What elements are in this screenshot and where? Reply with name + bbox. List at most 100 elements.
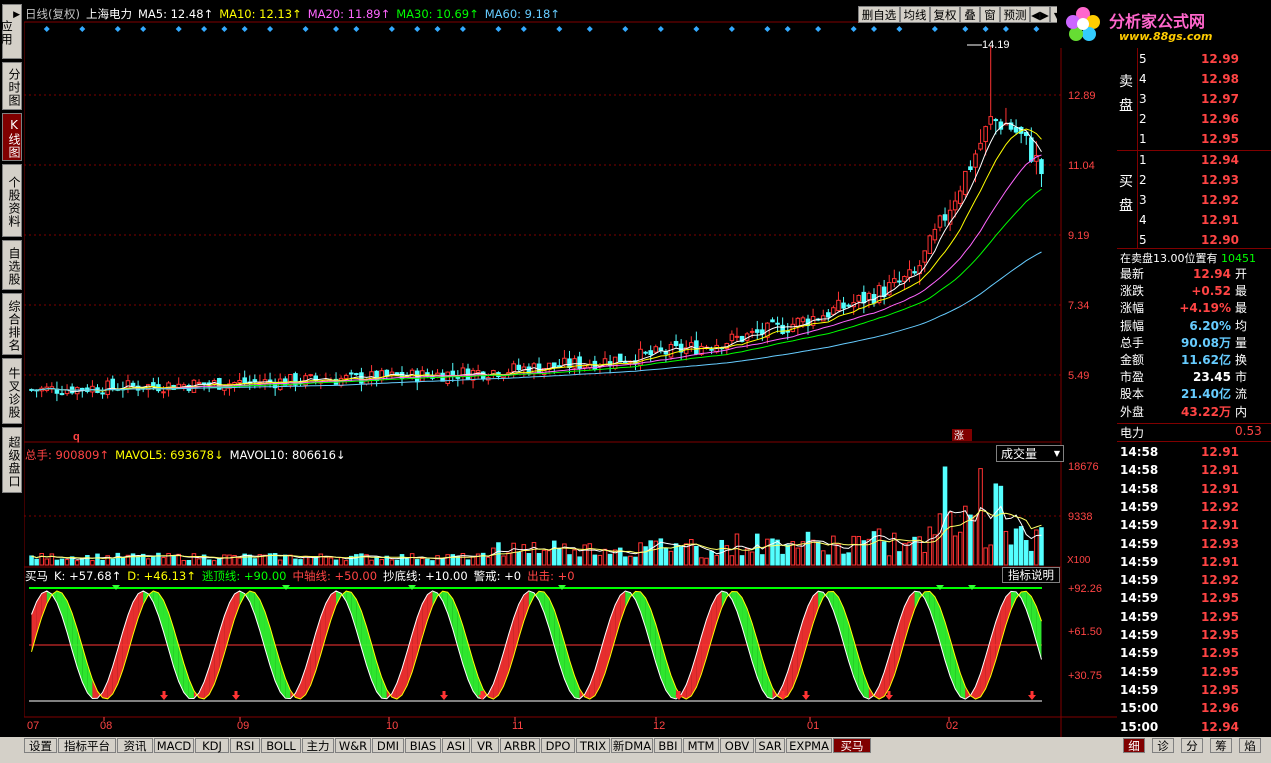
price-tick: 12.89: [1068, 90, 1096, 102]
candle-body: [841, 302, 846, 309]
price-axis-labels: 12.89 11.04 9.19 7.34 5.49 18676 9338 +9…: [1068, 90, 1102, 682]
volume-indicator-dropdown[interactable]: 成交量 ▼: [996, 445, 1064, 462]
tab-2[interactable]: 资讯: [117, 738, 153, 753]
sell-row[interactable]: 1 12.95: [1117, 130, 1271, 149]
tab-14[interactable]: DPO: [541, 738, 575, 753]
tab-17[interactable]: BBI: [654, 738, 682, 753]
signal-diamond: [353, 26, 360, 32]
tab-21[interactable]: EXPMA: [786, 738, 832, 753]
signal-diamond: [784, 26, 791, 32]
tab-apps[interactable]: ▶ 应用: [0, 4, 22, 59]
indicator-help-button[interactable]: 指标说明: [1002, 567, 1060, 583]
quote-value: 43.22万: [1181, 404, 1231, 419]
candle-body: [932, 228, 938, 241]
candle-body: [151, 382, 156, 387]
tab-16[interactable]: 新DMA: [611, 738, 653, 753]
candle-body: [770, 319, 775, 323]
tab-20[interactable]: SAR: [755, 738, 785, 753]
adjust-button[interactable]: 复权: [930, 6, 960, 23]
buy-row[interactable]: 5 12.90: [1117, 231, 1271, 250]
tab-stock-info[interactable]: 个股资料: [2, 164, 22, 237]
tab-8[interactable]: W&R: [335, 738, 371, 753]
volume-bar: [993, 483, 999, 566]
scroll-button[interactable]: ◀▶: [1030, 6, 1050, 23]
volume-bar: [277, 559, 283, 566]
right-tab-0[interactable]: 细: [1123, 738, 1145, 753]
stock-name: 上海电力: [85, 7, 132, 21]
tab-19[interactable]: OBV: [720, 738, 754, 753]
candle-body: [354, 373, 359, 376]
right-tab-3[interactable]: 筹: [1210, 738, 1232, 753]
kd-band: [305, 650, 311, 695]
quote-row: 市盈 23.45 市: [1117, 369, 1271, 386]
sell-row[interactable]: 2 12.96: [1117, 110, 1271, 129]
buy-row[interactable]: 3 12.92: [1117, 191, 1271, 210]
tab-3[interactable]: MACD: [154, 738, 194, 753]
buy-row[interactable]: 4 12.91: [1117, 211, 1271, 230]
candle-body: [348, 372, 354, 375]
tab-kline[interactable]: K线图: [2, 113, 22, 161]
tick-price: 12.95: [1201, 664, 1239, 679]
tab-diagnosis[interactable]: 牛叉诊股: [2, 358, 22, 424]
tick-row: 14:58 12.91: [1117, 461, 1271, 479]
signal-diamond: [815, 26, 822, 32]
tick-time: 14:59: [1120, 518, 1159, 533]
tab-5[interactable]: RSI: [230, 738, 260, 753]
tick-price: 12.95: [1201, 609, 1239, 624]
forecast-button[interactable]: 预测: [1000, 6, 1030, 23]
quote-row: 涨跌 +0.52 最: [1117, 283, 1271, 300]
sell-row[interactable]: 5 12.99: [1117, 50, 1271, 69]
tab-1[interactable]: 指标平台: [58, 738, 116, 753]
tab-18[interactable]: MTM: [683, 738, 719, 753]
tab-13[interactable]: ARBR: [500, 738, 540, 753]
ma-button[interactable]: 均线: [900, 6, 930, 23]
sell-row[interactable]: 3 12.97: [1117, 90, 1271, 109]
tab-15[interactable]: TRIX: [576, 738, 610, 753]
volume-bar: [120, 557, 126, 566]
volume-bar: [754, 533, 760, 566]
top-line-value: 逃顶线: +90.00: [201, 569, 287, 583]
tab-10[interactable]: BIAS: [405, 738, 441, 753]
tab-super-board[interactable]: 超级盘口: [2, 427, 22, 493]
tab-7[interactable]: 主力: [302, 738, 334, 753]
volume-bar: [135, 556, 141, 566]
tab-12[interactable]: VR: [471, 738, 499, 753]
volume-bar: [1018, 526, 1024, 566]
date-label: 10: [386, 720, 398, 732]
kd-band: [716, 591, 722, 623]
right-tab-2[interactable]: 分: [1181, 738, 1203, 753]
sell-row[interactable]: 4 12.98: [1117, 70, 1271, 89]
sell-price: 12.98: [1201, 72, 1239, 86]
volume-bar: [526, 553, 532, 566]
tab-6[interactable]: BOLL: [261, 738, 301, 753]
tab-0[interactable]: 设置: [24, 738, 57, 753]
candle-body: [892, 278, 897, 284]
volume-bar: [643, 546, 648, 566]
window-button[interactable]: 窗: [980, 6, 1000, 23]
signal-diamond: [586, 26, 593, 32]
tab-22[interactable]: 买马: [833, 738, 871, 753]
overlay-button[interactable]: 叠: [960, 6, 980, 23]
kd-band: [330, 590, 337, 620]
volume-bar: [409, 553, 415, 566]
remove-watchlist-button[interactable]: 删自选: [858, 6, 900, 23]
tab-9[interactable]: DMI: [372, 738, 404, 753]
tab-ranking[interactable]: 综合排名: [2, 293, 22, 355]
candle-body: [820, 315, 826, 322]
quote-key-2: 市: [1235, 370, 1248, 385]
right-tab-1[interactable]: 诊: [1152, 738, 1174, 753]
volume-bar: [359, 553, 364, 566]
quote-value: 23.45: [1193, 370, 1231, 385]
moving-average-lines: [31, 122, 1042, 392]
tab-4[interactable]: KDJ: [195, 738, 229, 753]
volume-bar: [1013, 528, 1019, 566]
tab-watchlist[interactable]: 自选股: [2, 240, 22, 290]
kline-chart[interactable]: 14.19 涨 q 12.89 11.04 9.19 7.34 5.49 186…: [24, 0, 1117, 737]
quote-key: 总手: [1120, 335, 1145, 350]
buy-row[interactable]: 2 12.93: [1117, 171, 1271, 190]
right-tab-4[interactable]: 焰: [1239, 738, 1261, 753]
tab-11[interactable]: ASI: [442, 738, 470, 753]
buy-row[interactable]: 1 12.94: [1117, 151, 1271, 170]
buy-level: 4: [1139, 213, 1147, 227]
tab-intraday[interactable]: 分时图: [2, 62, 22, 110]
